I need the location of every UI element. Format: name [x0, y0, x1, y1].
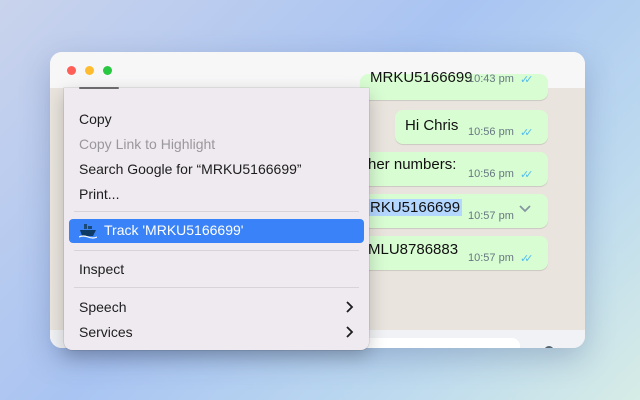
- submenu-chevron-icon: [346, 326, 354, 338]
- message-bubble[interactable]: MLU8786883 10:57 pm ✓✓: [360, 236, 548, 270]
- message-time: 10:43 pm: [468, 73, 514, 85]
- menu-item-print[interactable]: Print...: [79, 185, 119, 203]
- read-receipt-icon: ✓✓: [520, 74, 534, 86]
- menu-separator: [74, 250, 359, 251]
- message-text: her numbers:: [368, 156, 457, 173]
- submenu-chevron-icon: [346, 301, 354, 313]
- microphone-icon[interactable]: [538, 344, 560, 348]
- message-text: MLU8786883: [368, 241, 459, 258]
- selected-message-text: RKU5166699: [368, 199, 463, 216]
- message-text: Hi Chris: [405, 117, 459, 134]
- context-menu: Copy Copy Link to Highlight Search Googl…: [64, 87, 369, 350]
- menu-item-speech[interactable]: Speech: [79, 298, 126, 316]
- menu-item-copy-link-to-highlight: Copy Link to Highlight: [79, 136, 216, 152]
- menu-item-services[interactable]: Services: [79, 323, 133, 341]
- message-time: 10:57 pm: [468, 252, 514, 264]
- message-time: 10:56 pm: [468, 168, 514, 180]
- zoom-window-button[interactable]: [103, 66, 112, 75]
- message-bubble[interactable]: MRKU5166699 10:43 pm ✓✓: [360, 69, 548, 100]
- message-menu-chevron-icon[interactable]: [518, 204, 532, 214]
- menu-separator: [74, 211, 359, 212]
- menu-separator: [74, 287, 359, 288]
- menu-item-track[interactable]: Track 'MRKU5166699': [69, 219, 364, 243]
- message-bubble[interactable]: RKU5166699 10:57 pm: [360, 194, 548, 228]
- read-receipt-icon: ✓✓: [520, 253, 534, 265]
- message-time: 10:56 pm: [468, 126, 514, 138]
- message-time: 10:57 pm: [468, 210, 514, 222]
- message-input[interactable]: [350, 338, 520, 348]
- close-window-button[interactable]: [67, 66, 76, 75]
- track-label: Track 'MRKU5166699': [104, 222, 244, 238]
- menu-item-search-google[interactable]: Search Google for “MRKU5166699”: [79, 160, 302, 178]
- menu-item-inspect[interactable]: Inspect: [79, 260, 124, 278]
- read-receipt-icon: ✓✓: [520, 169, 534, 181]
- message-text: MRKU5166699: [370, 69, 473, 86]
- clipped-menu-item: [79, 78, 139, 92]
- message-bubble[interactable]: her numbers: 10:56 pm ✓✓: [360, 152, 548, 186]
- menu-item-copy[interactable]: Copy: [79, 110, 112, 128]
- ship-icon: [79, 224, 97, 239]
- read-receipt-icon: ✓✓: [520, 127, 534, 139]
- message-bubble[interactable]: Hi Chris 10:56 pm ✓✓: [395, 110, 548, 144]
- minimize-window-button[interactable]: [85, 66, 94, 75]
